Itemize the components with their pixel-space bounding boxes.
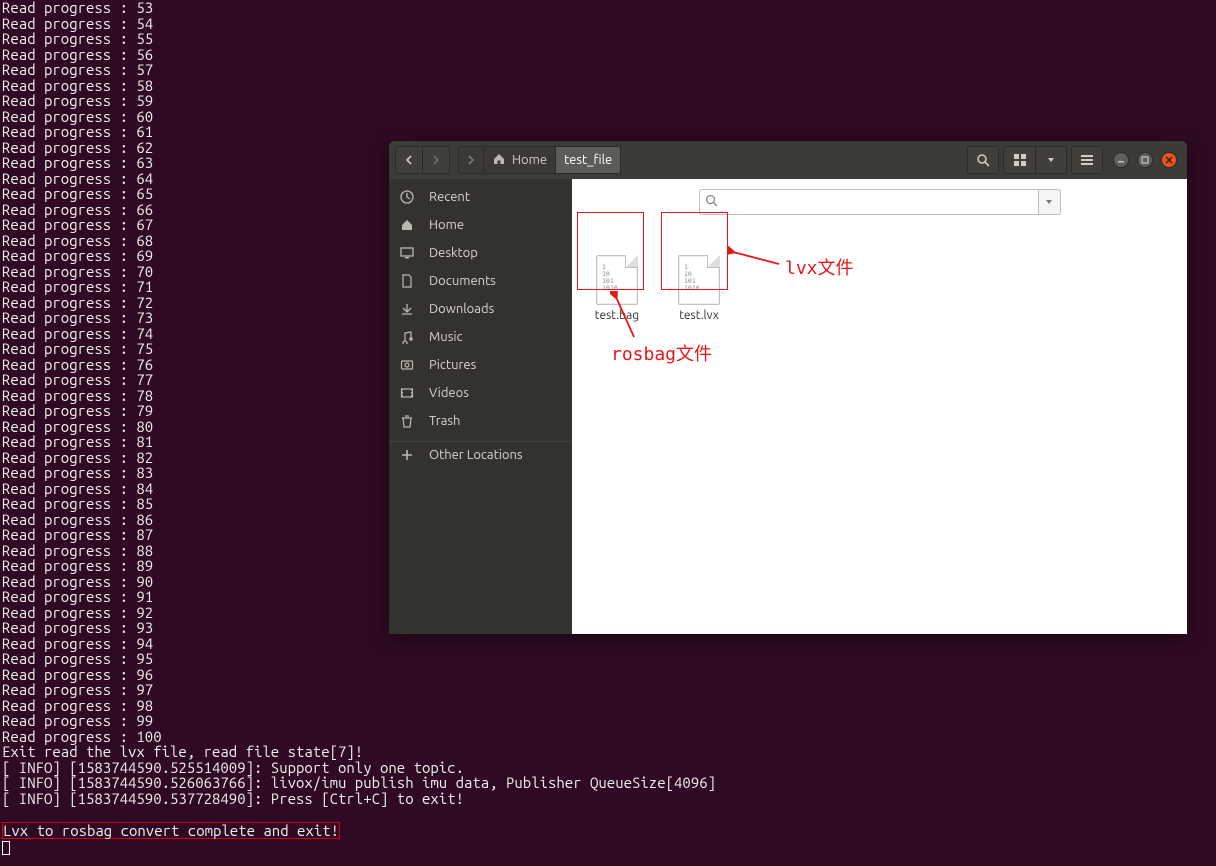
file-manager-window: Home test_file Recent: [389, 141, 1187, 634]
breadcrumb-current[interactable]: test_file: [555, 146, 621, 174]
sidebar-item-label: Videos: [429, 386, 469, 400]
nav-back-button[interactable]: [395, 146, 422, 174]
video-icon: [399, 386, 415, 400]
music-icon: [399, 330, 415, 344]
menu-button[interactable]: [1071, 146, 1103, 174]
home-icon: [399, 218, 415, 232]
nav-forward-button[interactable]: [422, 146, 450, 174]
sidebar-item-label: Desktop: [429, 246, 478, 260]
sidebar-item-label: Trash: [429, 414, 460, 428]
file-icon: 1101011010: [678, 255, 720, 305]
terminal-cursor: [2, 841, 10, 855]
sidebar-item-recent[interactable]: Recent: [389, 183, 572, 211]
trash-icon: [399, 414, 415, 428]
file-icon: 1101011010: [596, 255, 638, 305]
sidebar-item-videos[interactable]: Videos: [389, 379, 572, 407]
maximize-button[interactable]: [1137, 152, 1153, 168]
titlebar: Home test_file: [389, 141, 1187, 179]
search-button[interactable]: [967, 146, 999, 174]
view-grid-button[interactable]: [1003, 146, 1035, 174]
picture-icon: [399, 358, 415, 372]
sidebar-item-label: Other Locations: [429, 448, 523, 462]
sidebar-item-home[interactable]: Home: [389, 211, 572, 239]
doc-icon: [399, 274, 415, 288]
sidebar-item-desktop[interactable]: Desktop: [389, 239, 572, 267]
file-name: test.bag: [582, 309, 652, 322]
home-icon: [492, 152, 506, 169]
sidebar: Recent Home Desktop Documents Downloads …: [389, 179, 572, 634]
file-item-lvx[interactable]: 1101011010 test.lvx: [664, 255, 734, 322]
view-dropdown-button[interactable]: [1035, 146, 1067, 174]
sidebar-item-documents[interactable]: Documents: [389, 267, 572, 295]
minimize-button[interactable]: [1113, 152, 1129, 168]
clock-icon: [399, 190, 415, 204]
sidebar-item-label: Recent: [429, 190, 470, 204]
sidebar-item-label: Music: [429, 330, 463, 344]
search-icon: [705, 194, 718, 210]
plus-icon: [399, 448, 415, 462]
sidebar-item-label: Downloads: [429, 302, 494, 316]
sidebar-item-music[interactable]: Music: [389, 323, 572, 351]
search-dropdown-button[interactable]: [1039, 189, 1061, 215]
file-name: test.lvx: [664, 309, 734, 322]
sidebar-item-downloads[interactable]: Downloads: [389, 295, 572, 323]
sidebar-item-label: Pictures: [429, 358, 476, 372]
sidebar-item-pictures[interactable]: Pictures: [389, 351, 572, 379]
breadcrumb-sep-icon[interactable]: [458, 146, 483, 174]
breadcrumb-home-label: Home: [512, 153, 547, 167]
desktop-icon: [399, 246, 415, 260]
file-item-bag[interactable]: 1101011010 test.bag: [582, 255, 652, 322]
close-button[interactable]: [1161, 152, 1177, 168]
search-input[interactable]: [699, 189, 1039, 215]
sidebar-item-trash[interactable]: Trash: [389, 407, 572, 435]
breadcrumb: Home test_file: [458, 146, 621, 174]
breadcrumb-home[interactable]: Home: [483, 146, 555, 174]
terminal-highlight: Lvx to rosbag convert complete and exit!: [2, 822, 340, 840]
sidebar-item-other-locations[interactable]: Other Locations: [389, 441, 572, 462]
download-icon: [399, 302, 415, 316]
file-view: 1101011010 test.bag 1101011010 test.lvx: [572, 179, 1187, 634]
sidebar-item-label: Home: [429, 218, 464, 232]
sidebar-item-label: Documents: [429, 274, 496, 288]
